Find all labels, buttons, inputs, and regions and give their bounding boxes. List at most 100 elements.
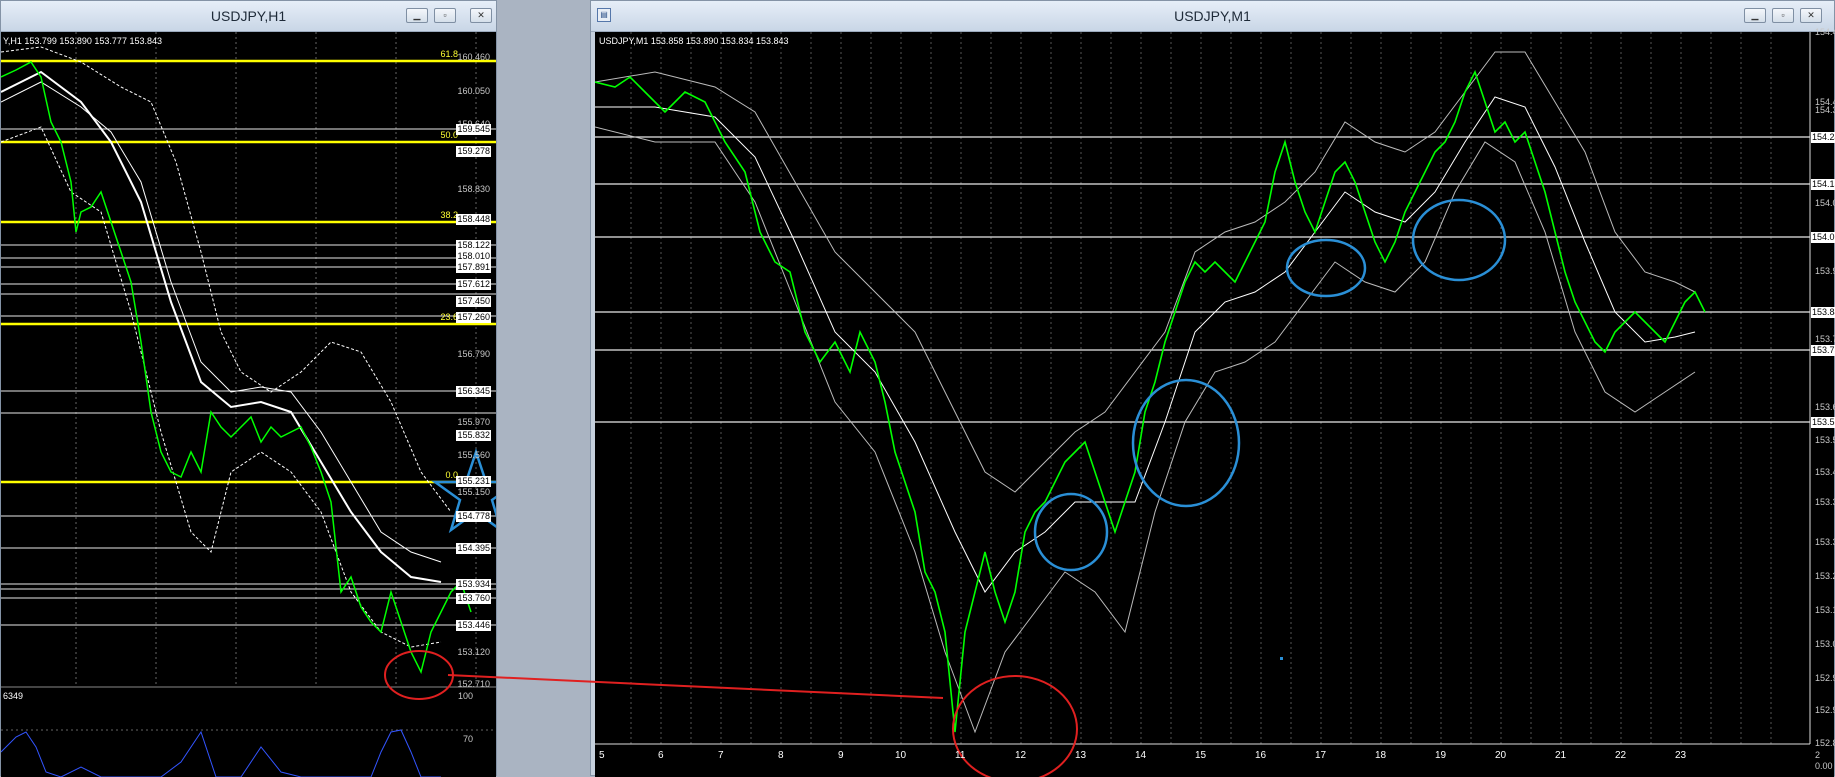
m1-chart-canvas [595,32,1811,777]
m1-price-label: 154.01 [1811,232,1835,243]
h1-fib-tag-618: 61.8 [440,49,458,59]
m1-x-label: 17 [1315,750,1327,761]
h1-price-label: 156.790 [457,349,490,359]
m1-red-circle [952,675,1078,777]
m1-price-label: 153.54 [1815,435,1835,445]
h1-ohlc-readout: Y,H1 153.799 153.890 153.777 153.843 [3,36,162,46]
m1-price-label: 153.58 [1811,417,1835,428]
m1-x-label: 15 [1195,750,1207,761]
m1-price-label: 153.75 [1811,345,1835,356]
m1-price-label: 154.49 [1815,27,1835,37]
chart-m1[interactable]: USDJPY,M1 153.858 153.890 153.834 153.84… [595,27,1835,777]
h1-price-label: 157.612 [456,279,491,290]
window-usdjpy-h1[interactable]: USDJPY,H1 ▁ ▫ ✕ Y,H1 153.799 153.890 153… [0,0,497,777]
h1-price-label: 158.448 [456,214,491,225]
h1-price-label: 160.460 [457,52,490,62]
h1-price-label: 158.010 [456,251,491,262]
restore-icon[interactable]: ▫ [1772,8,1794,23]
close-icon[interactable]: ✕ [1800,8,1822,23]
h1-fib-tag-236: 23.6 [440,312,458,322]
h1-fib-tag-382: 38.2 [440,210,458,220]
h1-price-label: 155.231 [456,476,491,487]
h1-price-label: 156.345 [456,386,491,397]
m1-price-label: 153.46 [1815,467,1835,477]
h1-price-label: 160.050 [457,86,490,96]
m1-price-label: 153.23 [1815,571,1835,581]
m1-ohlc-readout: USDJPY,M1 153.858 153.890 153.834 153.84… [599,36,789,46]
m1-price-label: 152.99 [1815,673,1835,683]
h1-price-label: 154.395 [456,543,491,554]
h1-price-label: 157.260 [456,312,491,323]
h1-price-label: 157.891 [456,262,491,273]
h1-chart-canvas [1,32,496,777]
h1-fib-tag-500: 50.0 [440,130,458,140]
h1-price-label: 155.970 [457,417,490,427]
h1-price-label: 153.934 [456,579,491,590]
m1-price-label: 153.07 [1815,639,1835,649]
h1-price-label: 153.120 [457,647,490,657]
h1-indicator-level: 100 [457,691,473,701]
m1-x-label: 8 [778,750,784,761]
h1-red-circle [384,650,454,700]
h1-price-label: 157.450 [456,296,491,307]
window-titlebar-h1[interactable]: USDJPY,H1 ▁ ▫ ✕ [1,1,496,32]
m1-x-label: 13 [1075,750,1087,761]
m1-x-label: 10 [895,750,907,761]
h1-horizontal-levels [1,128,496,626]
h1-price-label: 158.830 [457,184,490,194]
window-title-m1: USDJPY,M1 [1174,8,1251,24]
m1-x-label: 14 [1135,750,1147,761]
m1-x-label: 7 [718,750,724,761]
m1-horizontal-levels [595,136,1810,423]
m1-price-label: 153.39 [1815,497,1835,507]
m1-x-label: 11 [955,750,966,761]
m1-blue-circles [1033,198,1507,572]
m1-price-label: 2 [1815,750,1821,760]
m1-price-label: 153.62 [1815,402,1835,412]
close-icon[interactable]: ✕ [470,8,492,23]
m1-x-label: 22 [1615,750,1627,761]
h1-price-label: 159.278 [456,146,491,157]
h1-indicator-line [1,729,441,777]
h1-price-label: 159.545 [456,124,491,135]
m1-x-label: 12 [1015,750,1027,761]
m1-price-label: 153.94 [1815,266,1835,276]
m1-price-label: 154.13 [1811,179,1835,190]
m1-price-label: 0.00 [1815,761,1833,771]
h1-upper-band [1,46,452,513]
h1-ma-slow [1,81,442,563]
m1-x-label: 23 [1675,750,1687,761]
h1-price-label: 153.760 [456,593,491,604]
m1-x-label: 21 [1555,750,1567,761]
h1-price-label: 155.832 [456,430,491,441]
m1-price-label: 154.05 [1815,198,1835,208]
restore-icon[interactable]: ▫ [434,8,456,23]
m1-x-label: 9 [838,750,844,761]
m1-price-label: 154.3 [1815,105,1835,115]
window-usdjpy-m1[interactable]: ▤ USDJPY,M1 ▁ ▫ ✕ USDJPY,M1 153.858 153.… [590,0,1835,777]
m1-price-label: 154.24 [1811,132,1835,143]
h1-lower-band [1,126,442,648]
minimize-icon[interactable]: ▁ [1744,8,1766,23]
h1-price-label: 152.710 [457,679,490,689]
m1-x-label: 20 [1495,750,1507,761]
m1-price-label: 153.15 [1815,605,1835,615]
m1-mid-band [595,96,1696,593]
h1-indicator-level: 70 [462,734,473,744]
m1-price-label: 152.91 [1815,705,1835,715]
window-titlebar-m1[interactable]: ▤ USDJPY,M1 ▁ ▫ ✕ [591,1,1834,32]
m1-x-label: 6 [658,750,664,761]
h1-price-label: 153.446 [456,620,491,631]
m1-x-label: 18 [1375,750,1387,761]
m1-x-label: 5 [599,750,605,761]
h1-ma-fast [1,70,442,583]
chart-h1[interactable]: Y,H1 153.799 153.890 153.777 153.843 61.… [1,32,496,777]
m1-price-label: 152.83 [1815,738,1835,748]
m1-vertical-grid [630,32,1772,744]
h1-price-label: 154.778 [456,511,491,522]
m1-price-label: 153.31 [1815,537,1835,547]
h1-indicator-label: 6349 [3,691,24,701]
m1-lower-band [595,126,1696,734]
h1-price-label: 155.150 [457,487,490,497]
minimize-icon[interactable]: ▁ [406,8,428,23]
